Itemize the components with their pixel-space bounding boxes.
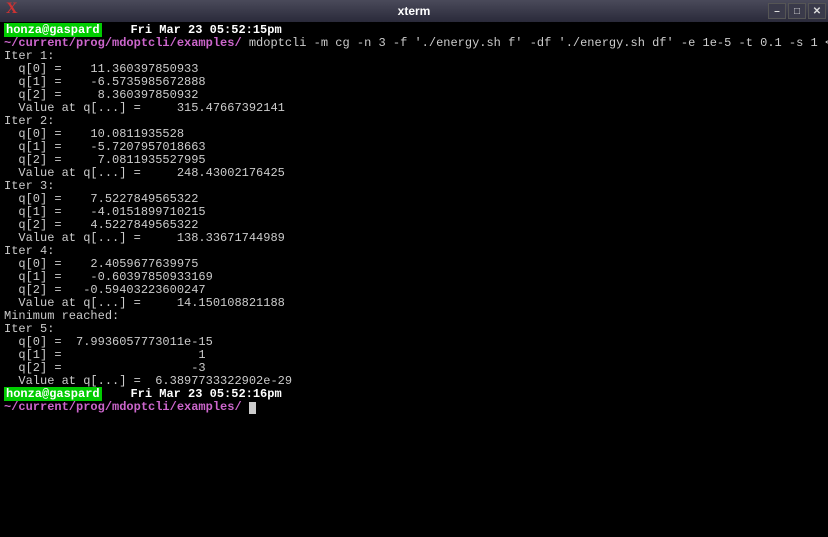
prompt-line-1: honza@gaspard Fri Mar 23 05:52:15pm bbox=[4, 23, 282, 37]
iter2-q1: q[1] = -5.7207957018663 bbox=[4, 140, 206, 154]
prompt-cwd-line: ~/current/prog/mdoptcli/examples/ mdoptc… bbox=[4, 36, 828, 50]
iter1-q0: q[0] = 11.360397850933 bbox=[4, 62, 198, 76]
iter1-label: Iter 1: bbox=[4, 49, 54, 63]
iter5-label: Iter 5: bbox=[4, 322, 54, 336]
iter4-q2: q[2] = -0.59403223600247 bbox=[4, 283, 206, 297]
iter1-val: Value at q[...] = 315.47667392141 bbox=[4, 101, 285, 115]
prompt-cwd: ~/current/prog/mdoptcli/examples/ bbox=[4, 36, 242, 50]
iter5-q1: q[1] = 1 bbox=[4, 348, 206, 362]
xterm-app-icon bbox=[4, 2, 22, 20]
prompt-cwd-2: ~/current/prog/mdoptcli/examples/ bbox=[4, 400, 242, 414]
iter4-q1: q[1] = -0.60397850933169 bbox=[4, 270, 213, 284]
window-controls: – □ ✕ bbox=[768, 3, 828, 19]
iter2-label: Iter 2: bbox=[4, 114, 54, 128]
iter3-val: Value at q[...] = 138.33671744989 bbox=[4, 231, 285, 245]
prompt-datetime-2: Fri Mar 23 05:52:16pm bbox=[130, 387, 281, 401]
titlebar[interactable]: xterm – □ ✕ bbox=[0, 0, 828, 22]
iter3-q0: q[0] = 7.5227849565322 bbox=[4, 192, 198, 206]
close-button[interactable]: ✕ bbox=[808, 3, 826, 19]
iter5-q2: q[2] = -3 bbox=[4, 361, 206, 375]
iter3-label: Iter 3: bbox=[4, 179, 54, 193]
iter5-q0: q[0] = 7.9936057773011e-15 bbox=[4, 335, 213, 349]
cursor-block-icon bbox=[249, 402, 256, 414]
iter4-q0: q[0] = 2.4059677639975 bbox=[4, 257, 198, 271]
xterm-window: xterm – □ ✕ honza@gaspard Fri Mar 23 05:… bbox=[0, 0, 828, 537]
prompt-user-host-2: honza@gaspard bbox=[4, 387, 102, 401]
prompt-datetime: Fri Mar 23 05:52:15pm bbox=[130, 23, 281, 37]
iter2-q2: q[2] = 7.0811935527995 bbox=[4, 153, 206, 167]
iter2-val: Value at q[...] = 248.43002176425 bbox=[4, 166, 285, 180]
maximize-button[interactable]: □ bbox=[788, 3, 806, 19]
iter1-q2: q[2] = 8.360397850932 bbox=[4, 88, 198, 102]
prompt-line-2: honza@gaspard Fri Mar 23 05:52:16pm bbox=[4, 387, 282, 401]
prompt-user-host: honza@gaspard bbox=[4, 23, 102, 37]
iter2-q0: q[0] = 10.0811935528 bbox=[4, 127, 184, 141]
min-reached: Minimum reached: bbox=[4, 309, 119, 323]
iter4-label: Iter 4: bbox=[4, 244, 54, 258]
iter5-val: Value at q[...] = 6.3897733322902e-29 bbox=[4, 374, 292, 388]
iter3-q2: q[2] = 4.5227849565322 bbox=[4, 218, 198, 232]
minimize-button[interactable]: – bbox=[768, 3, 786, 19]
iter4-val: Value at q[...] = 14.150108821188 bbox=[4, 296, 285, 310]
iter3-q1: q[1] = -4.0151899710215 bbox=[4, 205, 206, 219]
window-title: xterm bbox=[398, 4, 431, 18]
iter1-q1: q[1] = -6.5735985672888 bbox=[4, 75, 206, 89]
terminal-area[interactable]: honza@gaspard Fri Mar 23 05:52:15pm ~/cu… bbox=[0, 22, 828, 537]
command-text: mdoptcli -m cg -n 3 -f './energy.sh f' -… bbox=[249, 36, 828, 50]
prompt-cwd-line-2: ~/current/prog/mdoptcli/examples/ bbox=[4, 400, 256, 414]
